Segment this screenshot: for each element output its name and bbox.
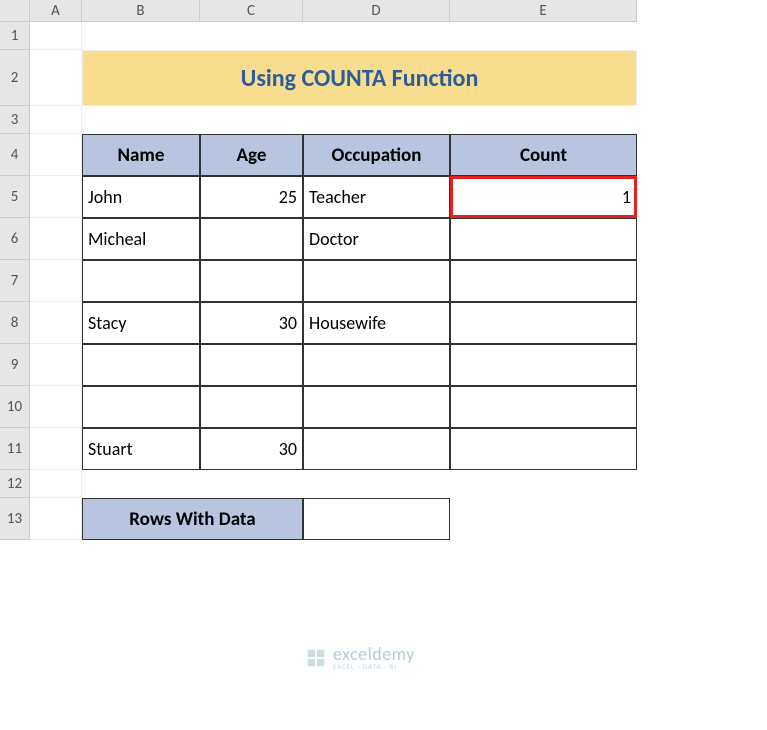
cell-b7[interactable] [82, 260, 200, 302]
cell-d8[interactable]: Housewife [303, 302, 450, 344]
cell-a13[interactable] [30, 498, 82, 540]
cell-e11[interactable] [450, 428, 637, 470]
cell-a8[interactable] [30, 302, 82, 344]
cell-c10[interactable] [200, 386, 303, 428]
row-header-8[interactable]: 8 [0, 302, 30, 344]
cell-e7[interactable] [450, 260, 637, 302]
cell-a11[interactable] [30, 428, 82, 470]
watermark: exceldemy EXCEL · DATA · BI [305, 645, 415, 670]
cell-a1[interactable] [30, 22, 82, 50]
header-occupation[interactable]: Occupation [303, 134, 450, 176]
cell-e8[interactable] [450, 302, 637, 344]
cell-d11[interactable] [303, 428, 450, 470]
cell-c5[interactable]: 25 [200, 176, 303, 218]
cell-d10[interactable] [303, 386, 450, 428]
cell-a4[interactable] [30, 134, 82, 176]
cell-a6[interactable] [30, 218, 82, 260]
cell-a5[interactable] [30, 176, 82, 218]
header-name[interactable]: Name [82, 134, 200, 176]
col-header-b[interactable]: B [82, 0, 200, 22]
row-header-1[interactable]: 1 [0, 22, 30, 50]
cell-b10[interactable] [82, 386, 200, 428]
cell-b5[interactable]: John [82, 176, 200, 218]
col-header-a[interactable]: A [30, 0, 82, 22]
row-header-13[interactable]: 13 [0, 498, 30, 540]
cell-d9[interactable] [303, 344, 450, 386]
cell-d6[interactable]: Doctor [303, 218, 450, 260]
spreadsheet-grid: A B C D E 1 2 3 4 5 6 7 8 9 10 11 12 13 … [0, 0, 767, 540]
col-header-e[interactable]: E [450, 0, 637, 22]
cell-c7[interactable] [200, 260, 303, 302]
cell-d5[interactable]: Teacher [303, 176, 450, 218]
row-header-4[interactable]: 4 [0, 134, 30, 176]
cell-a12[interactable] [30, 470, 82, 498]
cell-c9[interactable] [200, 344, 303, 386]
watermark-sub: EXCEL · DATA · BI [333, 663, 415, 670]
cell-b6[interactable]: Micheal [82, 218, 200, 260]
cell-a10[interactable] [30, 386, 82, 428]
row-header-9[interactable]: 9 [0, 344, 30, 386]
cell-d7[interactable] [303, 260, 450, 302]
row-header-10[interactable]: 10 [0, 386, 30, 428]
cell-a9[interactable] [30, 344, 82, 386]
row-header-5[interactable]: 5 [0, 176, 30, 218]
watermark-text: exceldemy EXCEL · DATA · BI [333, 645, 415, 670]
header-count[interactable]: Count [450, 134, 637, 176]
row-header-6[interactable]: 6 [0, 218, 30, 260]
cell-e10[interactable] [450, 386, 637, 428]
cell-c8[interactable]: 30 [200, 302, 303, 344]
row-header-3[interactable]: 3 [0, 106, 30, 134]
col-header-d[interactable]: D [303, 0, 450, 22]
watermark-main: exceldemy [333, 645, 415, 663]
cell-a2[interactable] [30, 50, 82, 106]
rows-with-data-value[interactable] [303, 498, 450, 540]
title-cell[interactable]: Using COUNTA Function [82, 50, 637, 106]
cell-e9[interactable] [450, 344, 637, 386]
col-header-c[interactable]: C [200, 0, 303, 22]
cell-a3[interactable] [30, 106, 82, 134]
cell-e5-highlighted[interactable]: 1 [450, 176, 637, 218]
cell-a7[interactable] [30, 260, 82, 302]
cell-c11[interactable]: 30 [200, 428, 303, 470]
header-age[interactable]: Age [200, 134, 303, 176]
row-header-12[interactable]: 12 [0, 470, 30, 498]
corner-cell[interactable] [0, 0, 30, 22]
row-header-2[interactable]: 2 [0, 50, 30, 106]
exceldemy-logo-icon [305, 647, 327, 669]
cell-b11[interactable]: Stuart [82, 428, 200, 470]
cell-b9[interactable] [82, 344, 200, 386]
row-header-11[interactable]: 11 [0, 428, 30, 470]
cell-e6[interactable] [450, 218, 637, 260]
row-header-7[interactable]: 7 [0, 260, 30, 302]
cell-b8[interactable]: Stacy [82, 302, 200, 344]
rows-with-data-label[interactable]: Rows With Data [82, 498, 303, 540]
cell-c6[interactable] [200, 218, 303, 260]
